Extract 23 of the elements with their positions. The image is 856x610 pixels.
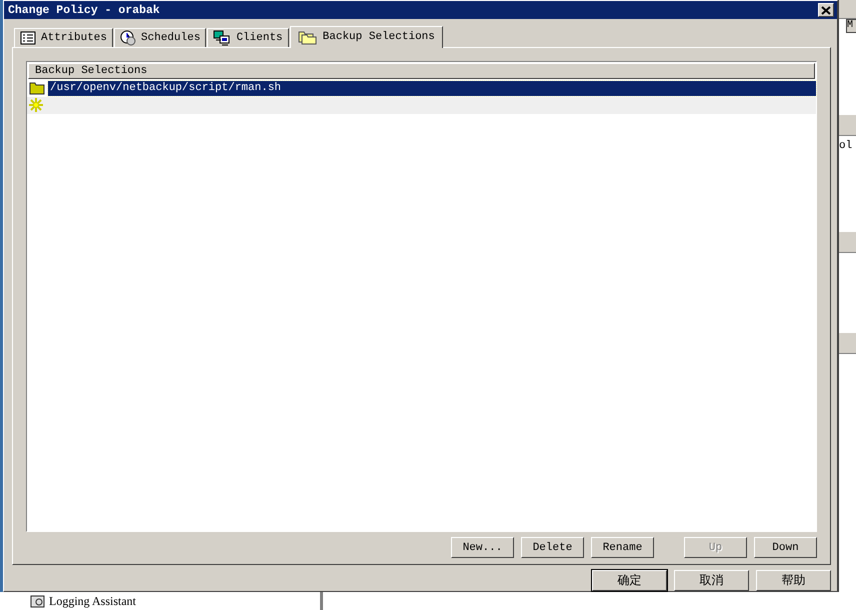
- tree-item[interactable]: Logging Assistant: [49, 594, 136, 608]
- window-title: Change Policy - orabak: [8, 4, 160, 17]
- tool-icon: [30, 594, 46, 608]
- tab[interactable]: Backup Selections: [290, 26, 443, 48]
- tab[interactable]: Schedules: [114, 28, 206, 47]
- tab[interactable]: Clients: [207, 28, 289, 47]
- close-button[interactable]: [818, 3, 834, 18]
- tab[interactable]: Attributes: [14, 28, 114, 47]
- dialog-button[interactable]: 取消: [674, 570, 749, 591]
- sparkle-icon: [29, 98, 43, 112]
- list-button[interactable]: Down: [754, 537, 817, 558]
- list-button[interactable]: New...: [451, 537, 514, 558]
- column-header[interactable]: Backup Selections: [28, 62, 815, 79]
- column-header-fragment: M: [846, 19, 856, 33]
- folders-icon: [298, 29, 318, 46]
- text-fragment: ol: [839, 140, 854, 152]
- dialog-button[interactable]: 确定: [592, 570, 667, 591]
- close-icon: [821, 6, 831, 15]
- list-icon: [20, 30, 36, 45]
- list-button[interactable]: Rename: [591, 537, 654, 558]
- list-item[interactable]: /usr/openv/netbackup/script/rman.sh: [48, 80, 816, 96]
- dialog-button[interactable]: 帮助: [756, 570, 831, 591]
- list-button[interactable]: Delete: [521, 537, 584, 558]
